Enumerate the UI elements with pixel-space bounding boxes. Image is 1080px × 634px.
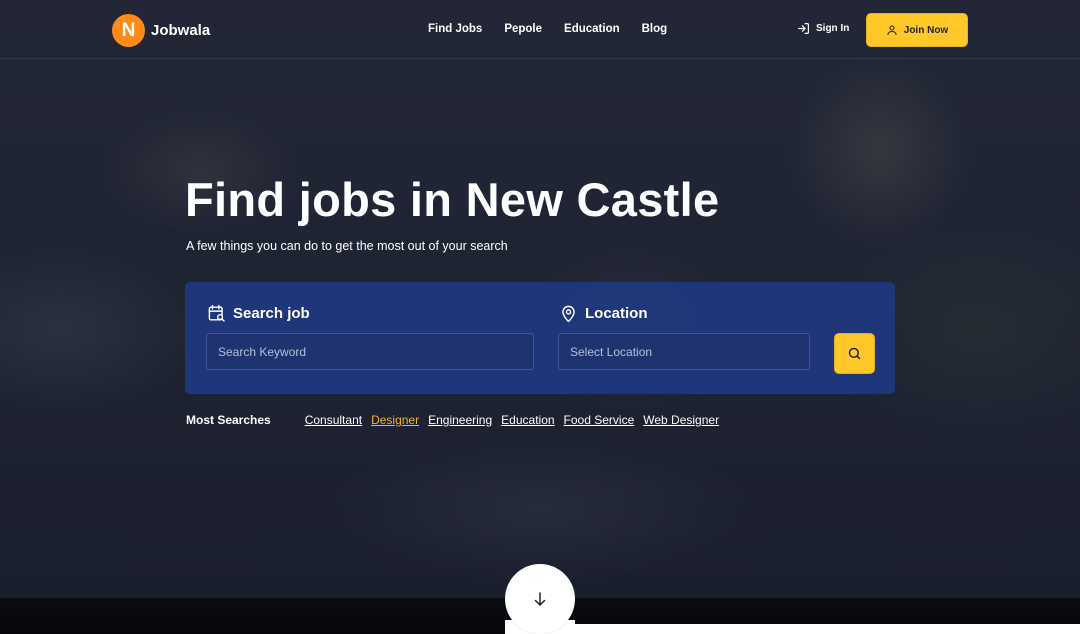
arrow-down-icon [534, 592, 546, 606]
user-icon [887, 25, 897, 36]
calendar-search-icon [208, 304, 225, 322]
search-tag-engineering[interactable]: Engineering [428, 413, 492, 427]
location-text: Location [585, 305, 648, 322]
sign-in-label: Sign In [816, 23, 850, 34]
map-pin-icon [562, 305, 575, 323]
join-now-button[interactable]: Join Now [866, 13, 968, 47]
logo-text: Jobwala [151, 22, 211, 39]
nav-blog[interactable]: Blog [642, 23, 668, 35]
search-tag-web-designer[interactable]: Web Designer [643, 413, 719, 427]
next-section-edge-right [575, 624, 1080, 634]
nav-education[interactable]: Education [564, 23, 620, 35]
search-tag-designer[interactable]: Designer [371, 413, 419, 427]
search-tag-food-service[interactable]: Food Service [564, 413, 635, 427]
most-searches: Most Searches Consultant Designer Engine… [186, 413, 728, 427]
logo[interactable]: N Jobwala [112, 14, 210, 47]
most-searches-label: Most Searches [186, 413, 271, 427]
nav-find-jobs[interactable]: Find Jobs [428, 23, 482, 35]
main-nav: Find Jobs Pepole Education Blog [428, 23, 689, 35]
search-keyword-input[interactable] [206, 333, 534, 370]
search-button[interactable] [834, 333, 875, 374]
navbar: N Jobwala Find Jobs Pepole Education Blo… [0, 0, 1080, 59]
join-now-label: Join Now [903, 24, 949, 36]
search-job-label: Search job [207, 304, 310, 323]
location-input[interactable] [558, 333, 810, 370]
page-title: Find jobs in New Castle [185, 173, 720, 226]
search-tag-education[interactable]: Education [501, 413, 554, 427]
search-card: Search job Location [185, 282, 895, 394]
search-tag-consultant[interactable]: Consultant [305, 413, 362, 427]
search-icon [848, 347, 861, 360]
search-job-text: Search job [233, 305, 310, 322]
scroll-down-button[interactable] [505, 564, 575, 634]
logo-mark: N [112, 14, 145, 47]
hero-subtitle: A few things you can do to get the most … [186, 239, 508, 253]
location-label: Location [559, 304, 648, 323]
sign-in-link[interactable]: Sign In [797, 22, 849, 35]
nav-people[interactable]: Pepole [504, 23, 542, 35]
sign-in-icon [798, 23, 809, 34]
